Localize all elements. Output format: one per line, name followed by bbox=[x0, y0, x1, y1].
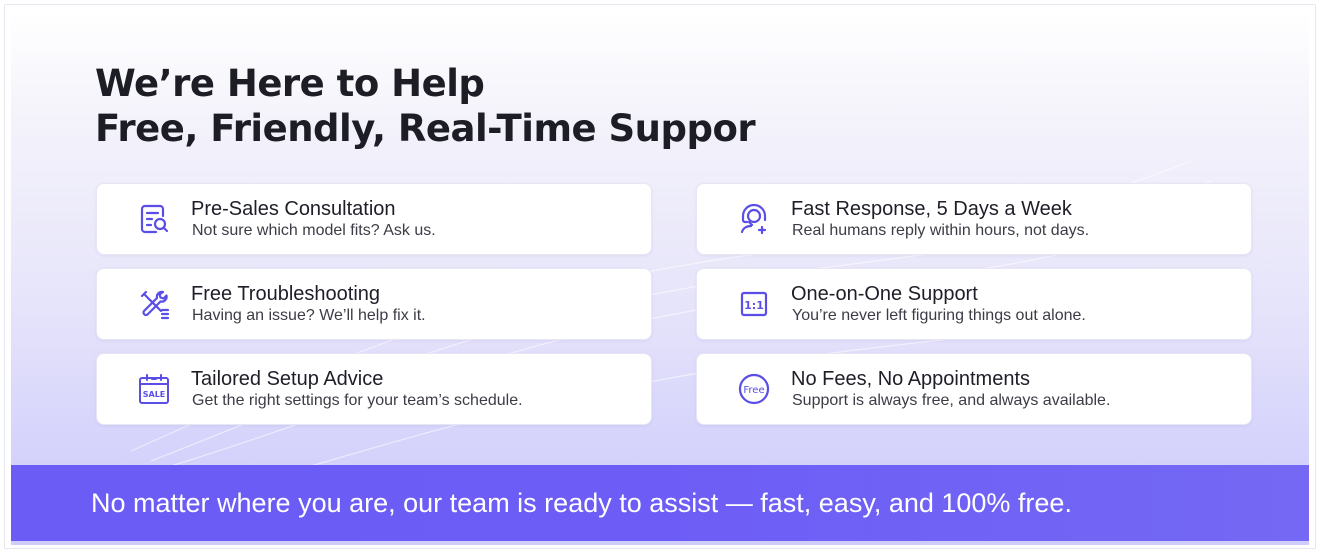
support-panel: We’re Here to Help Free, Friendly, Real-… bbox=[11, 11, 1309, 545]
icon-text: Free bbox=[743, 385, 764, 396]
icon-text: SALE bbox=[143, 390, 166, 399]
tools-icon bbox=[135, 285, 173, 323]
card-title: No Fees, No Appointments bbox=[791, 368, 1031, 390]
one-to-one-icon: 1:1 bbox=[735, 285, 773, 323]
card-description: Real humans reply within hours, not days… bbox=[792, 222, 1090, 239]
card-description: You’re never left figuring things out al… bbox=[792, 307, 1086, 324]
card-title: Fast Response, 5 Days a Week bbox=[791, 198, 1072, 220]
card-title: Tailored Setup Advice bbox=[191, 368, 384, 390]
card-pre-sales-consultation: Pre-Sales Consultation Not sure which mo… bbox=[96, 183, 652, 255]
agent-headset-icon bbox=[735, 200, 773, 238]
card-fast-response: Fast Response, 5 Days a Week Real humans… bbox=[696, 183, 1252, 255]
page-frame: We’re Here to Help Free, Friendly, Real-… bbox=[4, 4, 1316, 549]
banner-text: No matter where you are, our team is rea… bbox=[91, 488, 1072, 518]
bottom-banner: No matter where you are, our team is rea… bbox=[11, 465, 1309, 541]
document-search-icon bbox=[135, 200, 173, 238]
card-description: Get the right settings for your team’s s… bbox=[192, 392, 523, 409]
icon-text: 1:1 bbox=[744, 299, 764, 312]
card-no-fees-no-appointments: Free No Fees, No Appointments Support is… bbox=[696, 353, 1252, 425]
headline-line-2: Free, Friendly, Real-Time Suppor bbox=[95, 107, 756, 150]
free-badge-icon: Free bbox=[735, 370, 773, 408]
card-free-troubleshooting: Free Troubleshooting Having an issue? We… bbox=[96, 268, 652, 340]
card-description: Not sure which model fits? Ask us. bbox=[192, 222, 436, 239]
card-title: Free Troubleshooting bbox=[191, 283, 381, 305]
card-tailored-setup-advice: SALE Tailored Setup Advice Get the right… bbox=[96, 353, 652, 425]
headline-line-1: We’re Here to Help bbox=[95, 62, 485, 105]
card-description: Support is always free, and always avail… bbox=[792, 392, 1111, 409]
card-title: One-on-One Support bbox=[791, 283, 978, 305]
card-one-on-one-support: 1:1 One-on-One Support You’re never left… bbox=[696, 268, 1252, 340]
page-title: We’re Here to Help Free, Friendly, Real-… bbox=[95, 61, 756, 151]
calendar-sale-icon: SALE bbox=[135, 370, 173, 408]
card-description: Having an issue? We’ll help fix it. bbox=[192, 307, 426, 324]
card-title: Pre-Sales Consultation bbox=[191, 198, 396, 220]
